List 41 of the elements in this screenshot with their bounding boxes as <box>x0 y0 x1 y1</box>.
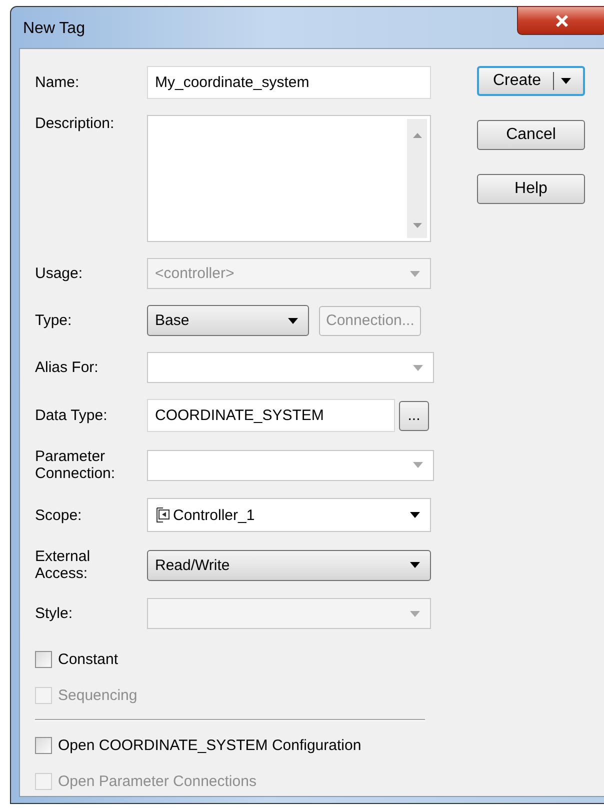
field-label: Type: <box>35 312 73 329</box>
field-label: Usage: <box>35 265 84 282</box>
checkbox-label: Open Parameter Connections <box>58 772 256 790</box>
close-icon <box>554 14 570 28</box>
dialog-button[interactable]: Cancel <box>477 120 585 150</box>
input-field[interactable]: My_coordinate_system <box>147 66 431 99</box>
checkbox-label: Constant <box>58 650 118 668</box>
controller-icon <box>156 507 170 523</box>
checkbox[interactable] <box>35 736 52 754</box>
scroll-bar[interactable] <box>407 119 427 238</box>
dropdown-arrow-icon <box>410 610 420 616</box>
dropdown-arrow-icon <box>288 318 298 324</box>
field-label: Alias For: <box>35 359 100 376</box>
combo-box[interactable] <box>147 450 434 480</box>
text-area[interactable] <box>147 115 431 242</box>
dropdown-button[interactable]: Base <box>147 305 309 336</box>
combo-box[interactable] <box>147 352 434 383</box>
field-label: Parameter Connection: <box>35 448 116 482</box>
dropdown-arrow-icon <box>410 512 420 518</box>
dropdown-button[interactable]: Read/Write <box>147 550 431 580</box>
dropdown-arrow-icon <box>413 364 423 370</box>
checkbox[interactable] <box>35 650 52 668</box>
field-label: Data Type: <box>35 407 108 424</box>
browse-button[interactable]: ... <box>399 400 429 430</box>
field-label: Name: <box>35 74 80 91</box>
dropdown-arrow-icon <box>410 562 420 568</box>
field-label: Scope: <box>35 506 83 524</box>
field-label: Style: <box>35 605 74 622</box>
combo-box[interactable]: Controller_1 <box>147 498 431 532</box>
input-field[interactable]: COORDINATE_SYSTEM <box>147 399 395 432</box>
dialog-button[interactable]: Help <box>477 174 585 204</box>
field-label: Description: <box>35 115 116 132</box>
dropdown-arrow-icon <box>413 462 423 468</box>
create-split-button[interactable]: Create <box>477 66 585 96</box>
close-button[interactable] <box>517 6 604 35</box>
dropdown-arrow-icon <box>410 270 420 276</box>
field-label: External Access: <box>35 548 92 582</box>
checkbox-label: Sequencing <box>58 686 138 704</box>
window-title: New Tag <box>23 20 85 38</box>
checkbox-label: Open COORDINATE_SYSTEM Configuration <box>58 736 362 754</box>
dropdown-arrow-icon <box>561 78 572 84</box>
